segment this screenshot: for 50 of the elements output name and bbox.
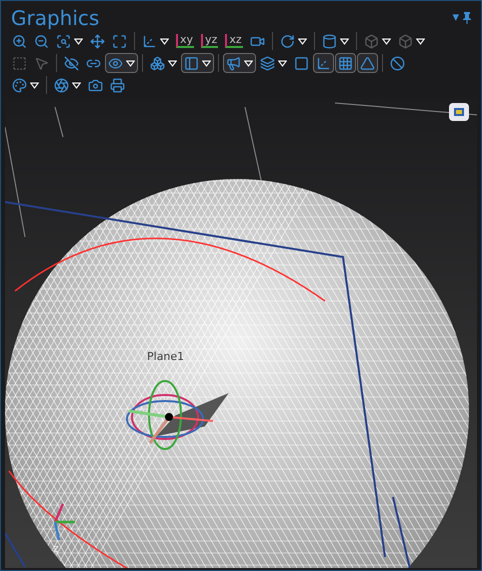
- zoom-in-icon: [12, 34, 27, 48]
- caret-icon: [340, 38, 349, 44]
- box-icon: [364, 34, 379, 48]
- axes-icon: [142, 34, 157, 48]
- panel-icon: [184, 56, 199, 70]
- eye-icon: [108, 56, 123, 70]
- cylinder-icon: [322, 34, 337, 48]
- rotate-icon: [280, 34, 295, 48]
- toolbar-button[interactable]: xz: [222, 31, 246, 51]
- toolbar-button[interactable]: [223, 53, 256, 73]
- printer-icon: [110, 78, 125, 92]
- panel-menu-button[interactable]: ▾: [452, 8, 459, 28]
- caret-icon: [126, 60, 135, 66]
- caret-icon: [382, 38, 391, 44]
- triangle-icon: [360, 56, 375, 70]
- caret-icon: [168, 60, 177, 66]
- axis-triad-drawing: [54, 504, 75, 540]
- caret-icon: [160, 38, 169, 44]
- grid-icon: [338, 56, 353, 70]
- view-cube-button[interactable]: [449, 103, 469, 121]
- zoom-box-icon: [56, 34, 71, 48]
- pin-icon[interactable]: [463, 12, 471, 24]
- select-box-icon: [12, 56, 27, 70]
- toolbar-button[interactable]: [105, 53, 138, 73]
- camera-icon: [88, 78, 103, 92]
- palette-icon: [12, 78, 27, 92]
- square-icon: [294, 56, 309, 70]
- prohibited-icon: [390, 56, 405, 70]
- zoom-out-icon: [34, 34, 49, 48]
- toolbar-button[interactable]: xy: [173, 31, 198, 51]
- pointer-icon: [34, 56, 49, 70]
- fit-all-icon: [112, 34, 127, 48]
- move-icon: [90, 34, 105, 48]
- caret-icon: [298, 38, 307, 44]
- caret-icon: [244, 60, 253, 66]
- caret-icon: [202, 60, 211, 66]
- layers-icon: [260, 56, 275, 70]
- plane-label: Plane1: [147, 349, 184, 365]
- panel-title: Graphics: [11, 5, 100, 31]
- caret-icon: [74, 38, 83, 44]
- axes-icon: [316, 56, 331, 70]
- toolbar-button[interactable]: [181, 53, 214, 73]
- caret-icon: [72, 82, 81, 88]
- box-icon: [398, 34, 413, 48]
- caret-icon: [416, 38, 425, 44]
- caret-icon: [278, 60, 287, 66]
- aperture-icon: [54, 78, 69, 92]
- caret-icon: [30, 82, 39, 88]
- toolbar-button[interactable]: yz: [198, 31, 222, 51]
- eye-off-icon: [64, 56, 79, 70]
